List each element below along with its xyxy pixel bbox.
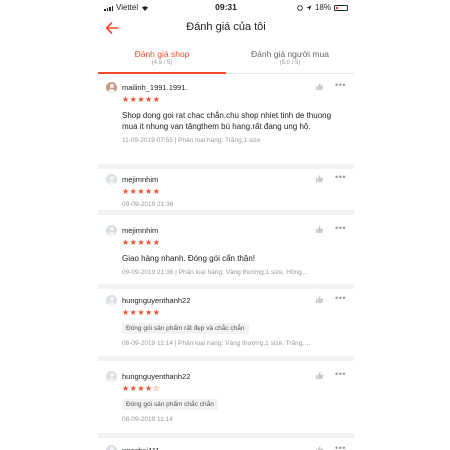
avatar[interactable] bbox=[106, 371, 117, 382]
more-options-icon[interactable]: ••• bbox=[335, 369, 346, 379]
review-item: mejimnhim ••• ★★★★★ 09-09-2019 21:36 bbox=[98, 169, 354, 215]
review-item: hungnguyenthanh22 ••• ★★★★★ Đóng gói sản… bbox=[98, 290, 354, 361]
battery-percent: 18% bbox=[314, 3, 331, 12]
status-bar: Viettel 09:31 18% bbox=[98, 0, 354, 14]
star-icon: ★ bbox=[137, 308, 146, 317]
star-rating: ★★★★☆ bbox=[122, 384, 346, 393]
review-meta: 08-09-2019 11:14 | Phân loại hàng: Vàng … bbox=[122, 340, 311, 347]
status-right: 18% bbox=[297, 3, 348, 12]
review-comment: Shop dong goi rat chac chắn.chu shop nhi… bbox=[122, 111, 332, 131]
reviewer-name: mailinh_1991.1991. bbox=[122, 83, 188, 92]
tab-buyer-rating[interactable]: Đánh giá người mua (5.0 / 5) bbox=[226, 44, 354, 73]
star-icon: ★ bbox=[122, 238, 130, 247]
star-icon: ★ bbox=[122, 384, 130, 393]
star-icon: ★ bbox=[152, 95, 161, 104]
reviewer-name: hungnguyenthanh22 bbox=[122, 372, 191, 381]
reviewer-name: mejimnhim bbox=[122, 226, 159, 235]
star-icon: ★ bbox=[145, 95, 153, 104]
star-icon: ★ bbox=[145, 384, 153, 393]
star-rating: ★★★★★ bbox=[122, 308, 346, 317]
star-icon: ☆ bbox=[152, 384, 161, 393]
thumbs-up-icon[interactable] bbox=[315, 295, 324, 304]
reviewer-name: mejimnhim bbox=[122, 175, 159, 184]
tab-score: (5.0 / 5) bbox=[279, 60, 301, 66]
page-title: Đánh giá của tôi bbox=[186, 21, 266, 33]
avatar[interactable] bbox=[106, 174, 117, 185]
phone-screen: Viettel 09:31 18% Đánh giá của tôi Đánh … bbox=[98, 0, 354, 450]
review-item: ngochai111 ••• bbox=[98, 440, 354, 450]
review-meta: 11-09-2019 07:55 | Phân loại hàng: Trắng… bbox=[122, 137, 261, 144]
more-options-icon[interactable]: ••• bbox=[335, 80, 346, 90]
review-tag: Đóng gói sản phẩm rất đẹp và chắc chắn bbox=[122, 323, 249, 334]
avatar[interactable] bbox=[106, 295, 117, 306]
thumbs-up-icon[interactable] bbox=[315, 445, 324, 450]
star-icon: ★ bbox=[145, 238, 153, 247]
avatar[interactable] bbox=[106, 445, 117, 450]
star-rating: ★★★★★ bbox=[122, 187, 346, 196]
star-icon: ★ bbox=[122, 95, 130, 104]
review-item: hungnguyenthanh22 ••• ★★★★☆ Đóng gói sản… bbox=[98, 366, 354, 438]
star-icon: ★ bbox=[122, 308, 130, 317]
star-icon: ★ bbox=[137, 187, 146, 196]
tab-label: Đánh giá người mua bbox=[251, 49, 329, 59]
alarm-icon bbox=[297, 4, 303, 11]
tab-label: Đánh giá shop bbox=[134, 49, 190, 59]
review-tag: Đóng gói sản phẩm chắc chắn bbox=[122, 399, 218, 410]
star-icon: ★ bbox=[122, 187, 130, 196]
star-icon: ★ bbox=[137, 95, 146, 104]
thumbs-up-icon[interactable] bbox=[315, 82, 324, 91]
reviewer-name: ngochai111 bbox=[122, 446, 160, 450]
star-icon: ★ bbox=[152, 187, 161, 196]
battery-icon bbox=[334, 4, 348, 11]
star-icon: ★ bbox=[145, 308, 153, 317]
more-options-icon[interactable]: ••• bbox=[335, 172, 346, 182]
star-icon: ★ bbox=[152, 238, 161, 247]
thumbs-up-icon[interactable] bbox=[315, 371, 324, 380]
more-options-icon[interactable]: ••• bbox=[335, 223, 346, 233]
more-options-icon[interactable]: ••• bbox=[335, 293, 346, 303]
location-icon bbox=[306, 5, 312, 10]
more-options-icon[interactable]: ••• bbox=[335, 443, 346, 450]
tab-shop-rating[interactable]: Đánh giá shop (4.9 / 5) bbox=[98, 44, 226, 74]
star-rating: ★★★★★ bbox=[122, 95, 346, 104]
thumbs-up-icon[interactable] bbox=[315, 225, 324, 234]
rating-tabs: Đánh giá shop (4.9 / 5) Đánh giá người m… bbox=[98, 44, 354, 74]
thumbs-up-icon[interactable] bbox=[315, 174, 324, 183]
star-icon: ★ bbox=[137, 384, 146, 393]
top-bar: Đánh giá của tôi bbox=[98, 14, 354, 44]
star-icon: ★ bbox=[137, 238, 146, 247]
review-item: mejimnhim ••• ★★★★★ Giao hàng nhanh. Đón… bbox=[98, 220, 354, 289]
avatar[interactable] bbox=[106, 225, 117, 236]
review-meta: 09-09-2019 21:36 | Phân loại hàng: Vàng … bbox=[122, 269, 309, 276]
star-icon: ★ bbox=[145, 187, 153, 196]
review-comment: Giao hàng nhanh. Đóng gói cẩn thận! bbox=[122, 254, 255, 263]
star-icon: ★ bbox=[152, 308, 161, 317]
review-meta: 09-09-2019 21:36 bbox=[122, 201, 174, 208]
avatar[interactable] bbox=[106, 82, 117, 93]
reviewer-name: hungnguyenthanh22 bbox=[122, 296, 191, 305]
review-item: mailinh_1991.1991. ••• ★★★★★ Shop dong g… bbox=[98, 77, 354, 169]
star-rating: ★★★★★ bbox=[122, 238, 346, 247]
tab-score: (4.9 / 5) bbox=[151, 60, 173, 66]
review-meta: 08-09-2019 11:14 bbox=[122, 416, 173, 423]
